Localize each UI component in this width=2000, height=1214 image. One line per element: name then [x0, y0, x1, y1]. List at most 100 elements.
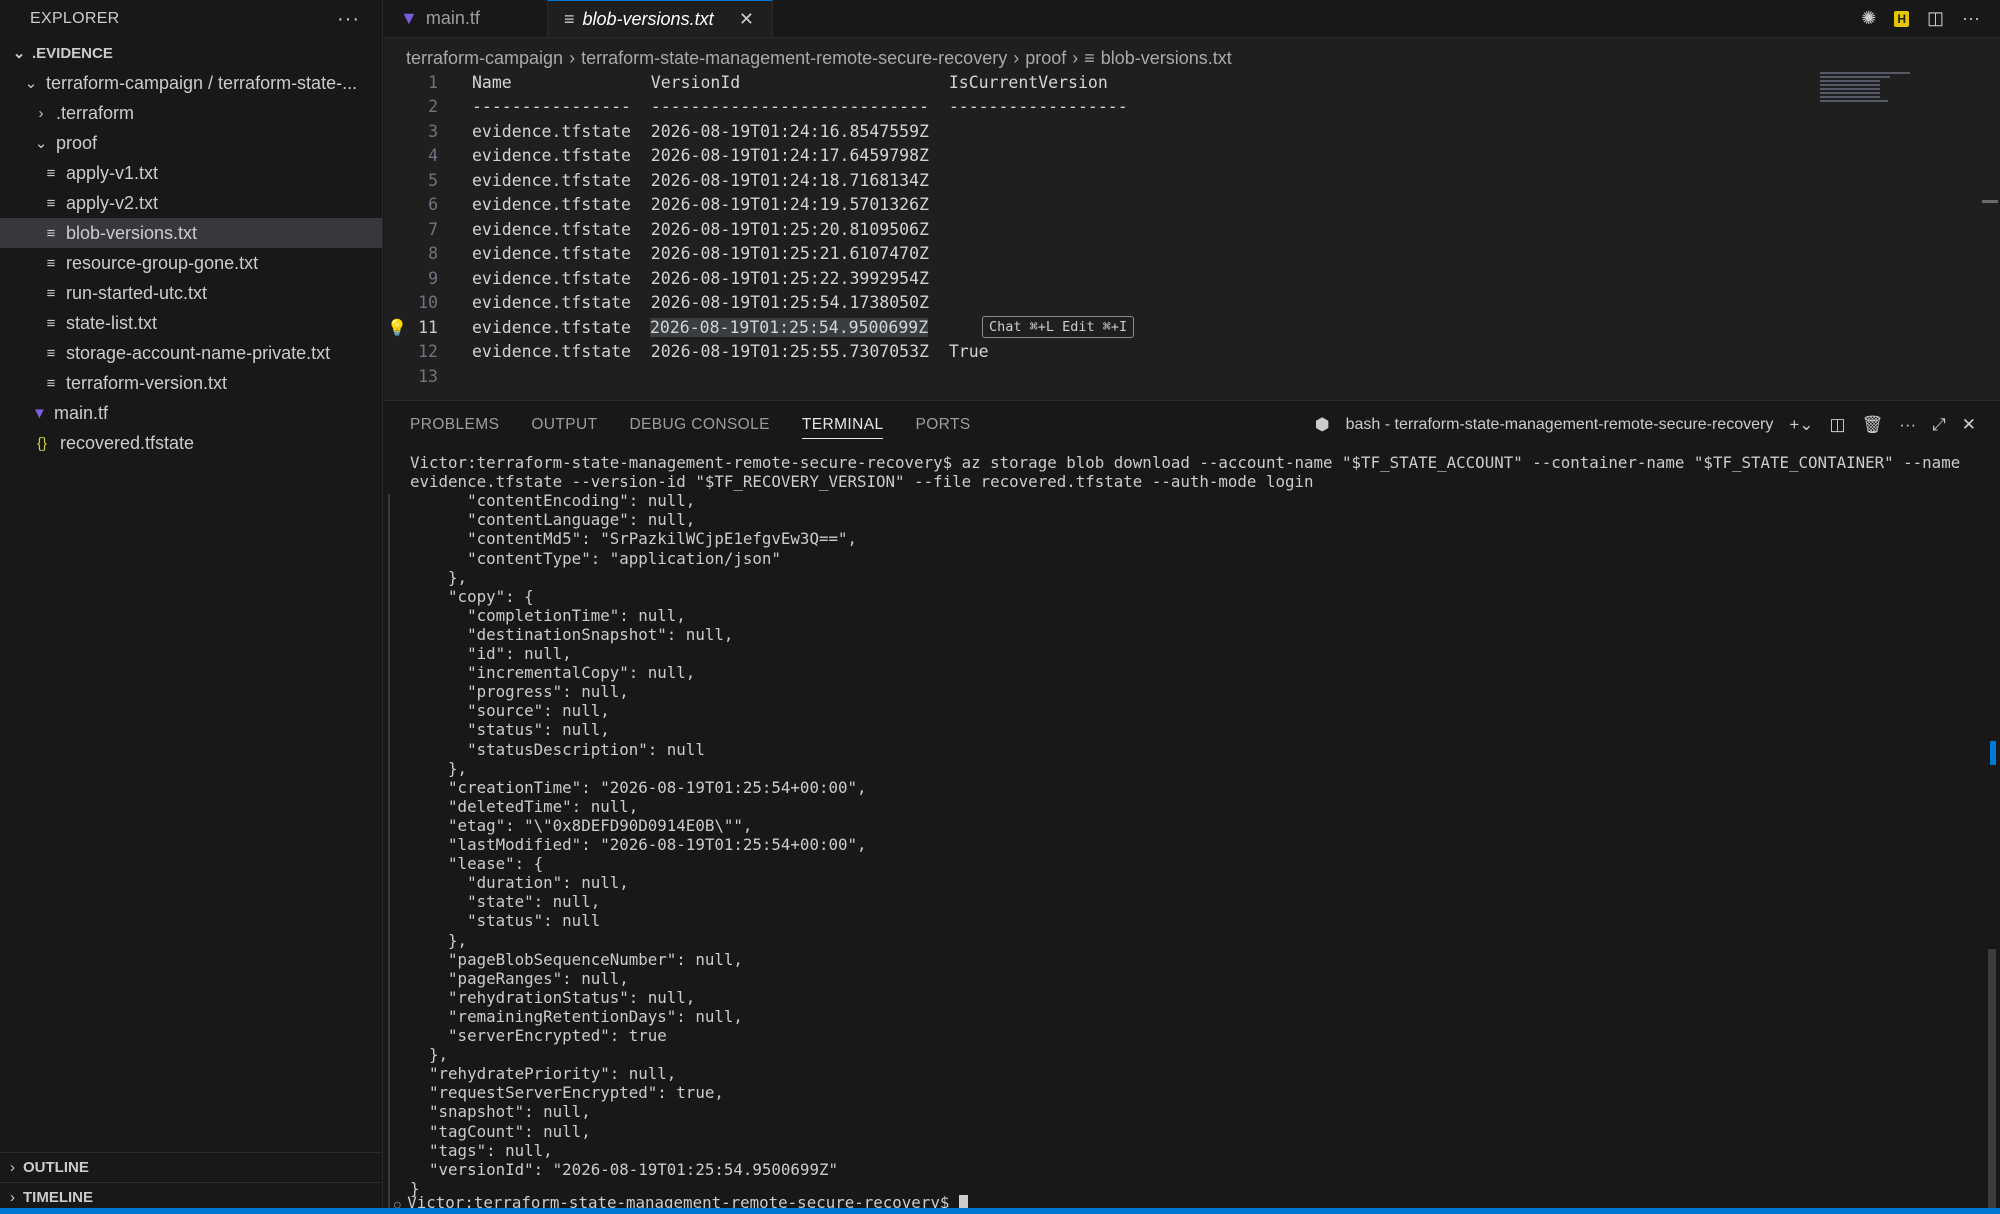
line-number: 9	[428, 268, 438, 288]
more-actions-icon[interactable]: ···	[1962, 8, 1980, 29]
terraform-file-icon: ▼	[400, 8, 418, 28]
tab-ports[interactable]: PORTS	[915, 401, 970, 449]
tab-output[interactable]: OUTPUT	[531, 401, 597, 449]
maximize-icon[interactable]: ⤢	[1932, 415, 1946, 435]
chevron-right-icon: ›	[10, 1189, 15, 1206]
code-text: evidence.tfstate 2026-08-19T01:25:22.399…	[472, 268, 929, 288]
tree-item-label: blob-versions.txt	[66, 222, 198, 243]
line-number: 7	[428, 219, 438, 239]
tree-item[interactable]: ≡ blob-versions.txt	[0, 218, 382, 248]
tree-item[interactable]: ▼ main.tf	[0, 398, 382, 428]
terminal-line: "pageRanges": null,	[410, 968, 629, 988]
text-file-icon: ≡	[46, 224, 56, 242]
line-number: 2	[428, 97, 438, 116]
panel-actions: ⬢ bash - terraform-state-management-remo…	[1315, 415, 2000, 435]
trash-icon[interactable]: 🗑	[1862, 415, 1884, 435]
breadcrumb-item[interactable]: terraform-campaign	[406, 48, 563, 69]
editor-scrollbar[interactable]	[1982, 200, 1998, 203]
lightbulb-icon[interactable]: 💡	[387, 318, 407, 337]
tab-problems[interactable]: PROBLEMS	[410, 401, 499, 449]
terminal-line: Victor:terraform-state-management-remote…	[410, 453, 1961, 472]
tree-item[interactable]: ≡ apply-v2.txt	[0, 188, 382, 218]
close-icon[interactable]: ✕	[739, 9, 754, 30]
terminal-line: "source": null,	[410, 701, 610, 721]
tree-item[interactable]: {} recovered.tfstate	[0, 428, 382, 458]
close-icon[interactable]: ✕	[1962, 415, 1976, 435]
tree-item[interactable]: ⌄ proof	[0, 128, 382, 158]
tree-item[interactable]: ⌄ terraform-campaign / terraform-state-..…	[0, 68, 382, 98]
split-terminal-icon[interactable]: ◫	[1830, 415, 1846, 435]
terraform-file-icon: ▼	[32, 404, 47, 422]
terminal-line: },	[410, 758, 468, 778]
text-file-icon: ≡	[46, 374, 56, 392]
terminal-line: "duration": null,	[410, 873, 629, 893]
terminal-line: "state": null,	[410, 892, 601, 912]
tree-root-evidence[interactable]: ⌄ .EVIDENCE	[0, 38, 382, 68]
tab-terminal[interactable]: TERMINAL	[801, 401, 884, 449]
minimap[interactable]	[1820, 72, 1920, 112]
tree-item-label: run-started-utc.txt	[66, 282, 208, 303]
terminal-line: "id": null,	[410, 644, 572, 663]
terminal-output[interactable]: Victor:terraform-state-management-remote…	[384, 449, 2000, 1214]
breadcrumb-item[interactable]: proof	[1025, 48, 1066, 69]
breadcrumb-item[interactable]: blob-versions.txt	[1101, 48, 1232, 69]
tree-item[interactable]: ≡ terraform-version.txt	[0, 368, 382, 398]
tree-item-label: terraform-version.txt	[66, 372, 228, 393]
terminal-shell-icon: ⬢	[1314, 415, 1330, 434]
code-text: evidence.tfstate 2026-08-19T01:25:21.610…	[472, 244, 929, 263]
tree-item[interactable]: ≡ resource-group-gone.txt	[0, 248, 382, 278]
terminal-line: "requestServerEncrypted": true,	[410, 1083, 724, 1103]
more-actions-icon[interactable]: ···	[337, 8, 360, 31]
tree-item[interactable]: ≡ apply-v1.txt	[0, 158, 382, 188]
more-actions-icon[interactable]: ···	[1899, 415, 1916, 435]
bottom-panel: PROBLEMS OUTPUT DEBUG CONSOLE TERMINAL P…	[384, 400, 2000, 1214]
code-line: 9 evidence.tfstate 2026-08-19T01:25:22.39…	[384, 266, 1784, 290]
tab-main-tf[interactable]: ▼ main.tf	[384, 0, 548, 37]
status-bar	[0, 1208, 2000, 1214]
vscode-window: EXPLORER ··· ⌄ .EVIDENCE ⌄ terraform-camp…	[0, 0, 2000, 1214]
code-line: 10 evidence.tfstate 2026-08-19T01:25:54.1…	[384, 291, 1784, 315]
split-editor-icon[interactable]: ◫	[1927, 8, 1944, 29]
terminal-line: "contentType": "application/json"	[410, 548, 781, 568]
copilot-icon[interactable]: ✺	[1861, 8, 1876, 29]
chevron-right-icon: ›	[10, 1159, 15, 1176]
tree-item[interactable]: ≡ state-list.txt	[0, 308, 382, 338]
tab-debug-console[interactable]: DEBUG CONSOLE	[629, 401, 769, 449]
panel-tab-bar: PROBLEMS OUTPUT DEBUG CONSOLE TERMINAL P…	[384, 401, 2000, 449]
terminal-line: "creationTime": "2026-08-19T01:25:54+00:…	[410, 777, 867, 797]
code-line: 6 evidence.tfstate 2026-08-19T01:24:19.57…	[384, 193, 1784, 217]
text-file-icon: ≡	[46, 344, 56, 362]
code-text: Name VersionId IsCurrentVersion	[472, 72, 1108, 92]
outline-section[interactable]: › OUTLINE	[0, 1152, 383, 1182]
terminal-line: "destinationSnapshot": null,	[410, 624, 734, 644]
code-line: 2 ---------------- ----------------------…	[384, 95, 1784, 119]
terminal-line: "progress": null,	[410, 682, 629, 702]
chevron-down-icon: ⌄	[12, 45, 26, 62]
text-file-icon: ≡	[46, 284, 56, 302]
text-file-icon: ≡	[564, 8, 575, 29]
tree-item[interactable]: ≡ run-started-utc.txt	[0, 278, 382, 308]
tree-item[interactable]: › .terraform	[0, 98, 382, 128]
terminal-name[interactable]: bash - terraform-state-management-remote…	[1346, 416, 1774, 434]
line-number: 10	[418, 293, 438, 312]
new-terminal-icon[interactable]: +⌄	[1789, 415, 1813, 435]
code-line: 3 evidence.tfstate 2026-08-19T01:24:16.85…	[384, 119, 1784, 143]
inline-chat-hint[interactable]: Chat ⌘+L Edit ⌘+I	[982, 316, 1135, 338]
code-text: evidence.tfstate	[472, 317, 651, 337]
line-number: 3	[428, 121, 438, 141]
line-number: 12	[418, 342, 438, 361]
code-line: 4 evidence.tfstate 2026-08-19T01:24:17.64…	[384, 144, 1784, 168]
tab-blob-versions[interactable]: ≡ blob-versions.txt ✕	[548, 0, 773, 37]
text-file-icon: ≡	[46, 254, 56, 272]
text-file-icon: ≡	[46, 164, 56, 182]
selected-text[interactable]: 2026-08-19T01:25:54.9500699Z	[650, 317, 929, 337]
code-editor[interactable]: 1 Name VersionId IsCurrentVersion 2 -------…	[384, 70, 2000, 400]
text-file-icon: ≡	[46, 314, 56, 332]
terminal-line: "rehydrationStatus": null,	[410, 987, 696, 1007]
terminal-scrollbar[interactable]	[1988, 949, 1996, 1209]
breadcrumb-item[interactable]: terraform-state-management-remote-secure…	[581, 48, 1007, 69]
terminal-line: "status": null	[410, 911, 601, 931]
tree-item[interactable]: ≡ storage-account-name-private.txt	[0, 338, 382, 368]
terminal-line: "remainingRetentionDays": null,	[410, 1006, 743, 1026]
highlight-icon[interactable]: H	[1894, 10, 1909, 27]
